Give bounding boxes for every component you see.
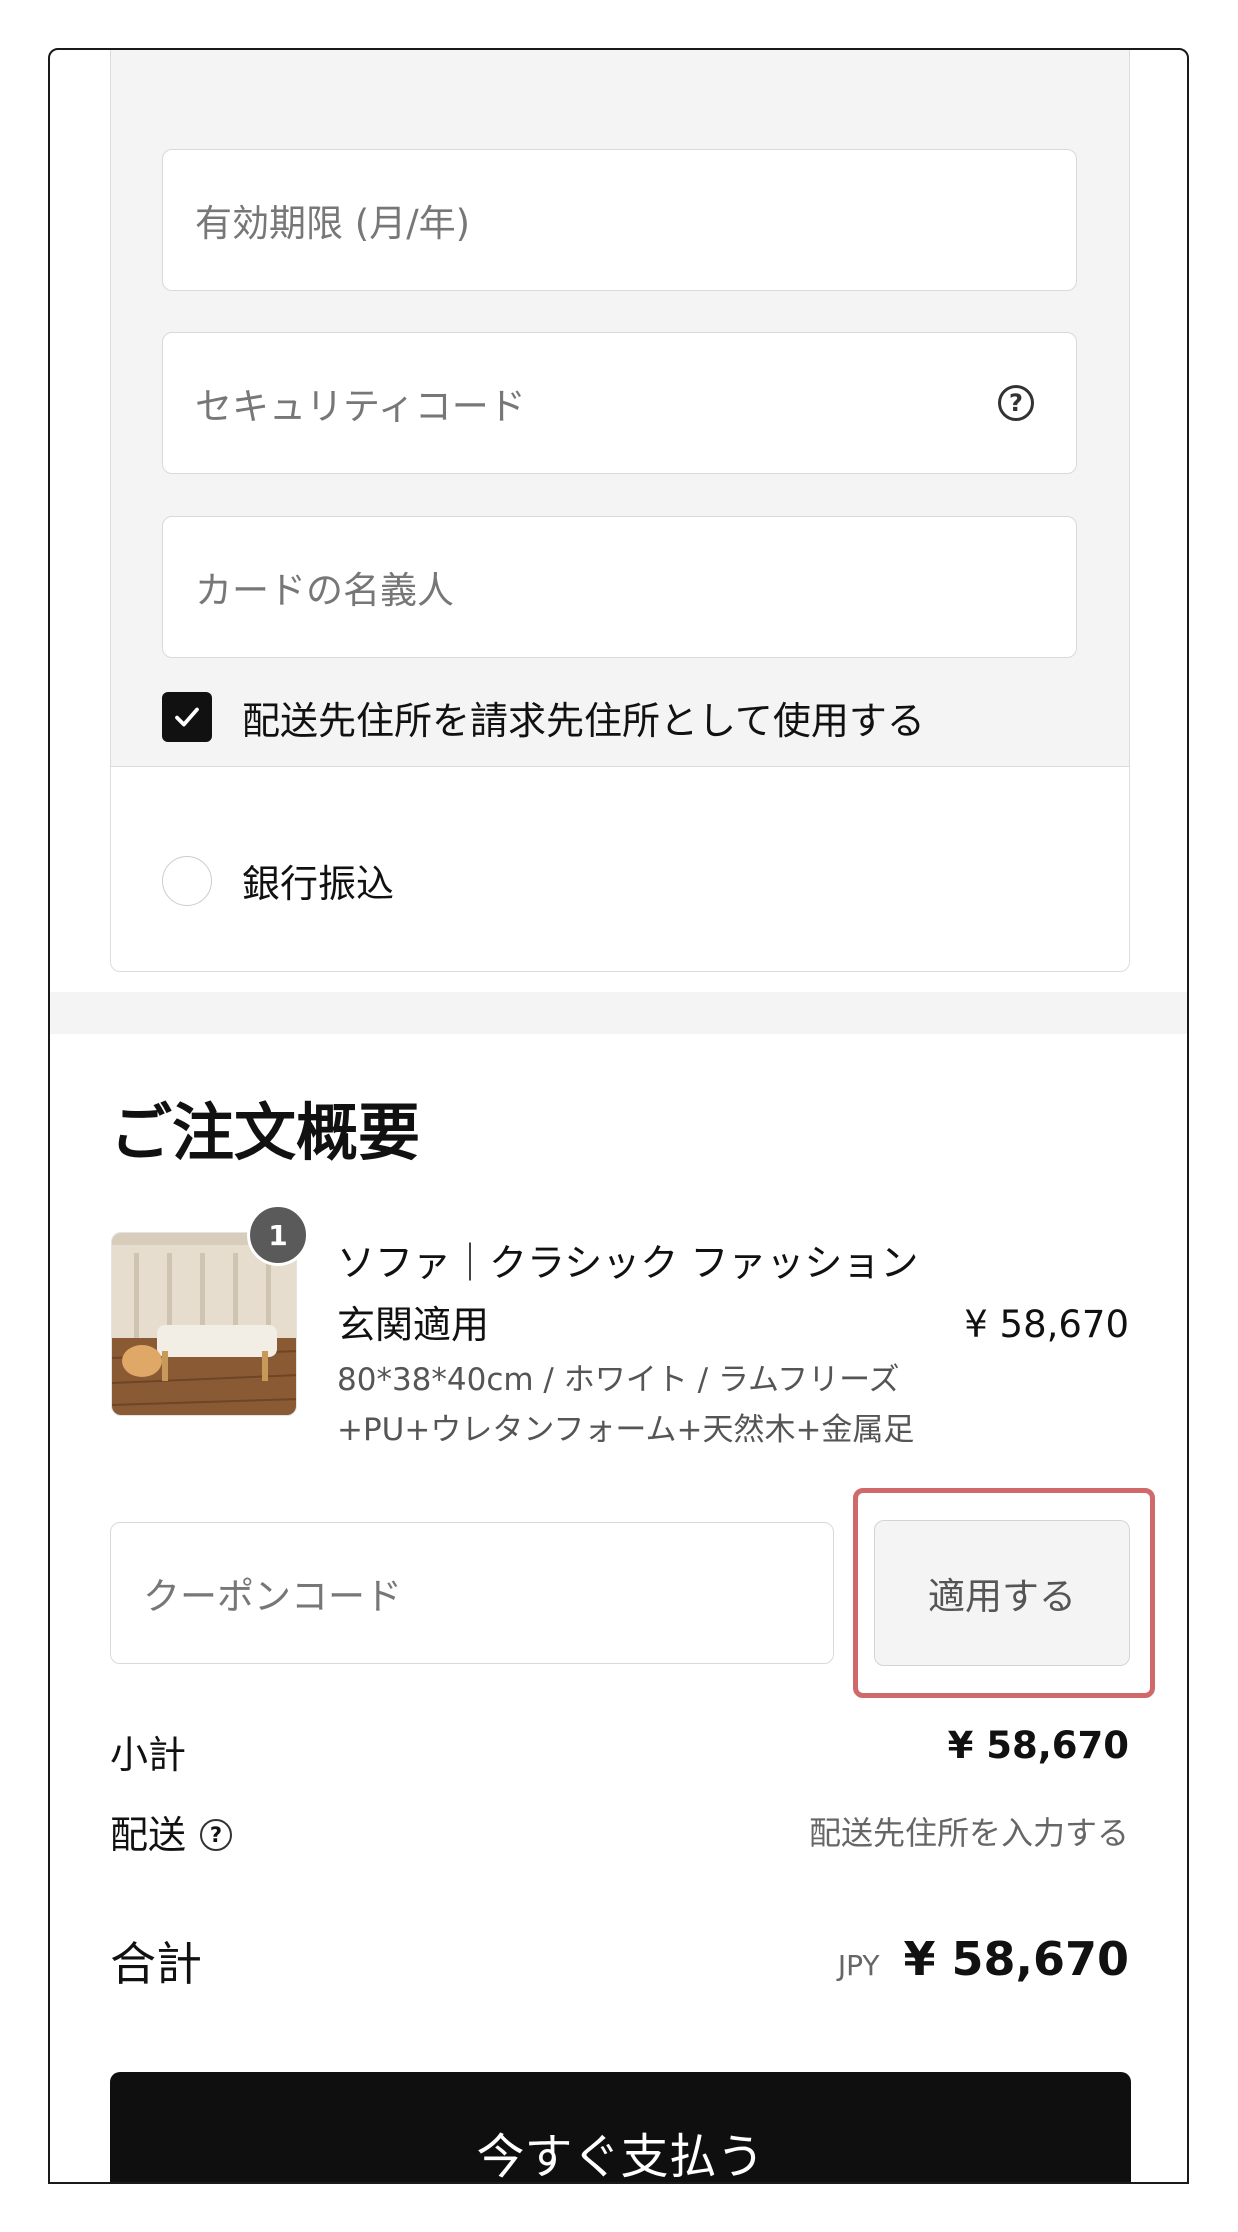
billing-same-checkbox[interactable] — [162, 692, 212, 742]
total-currency: JPY — [837, 1949, 880, 1982]
apply-coupon-button[interactable]: 適用する — [874, 1520, 1130, 1666]
question-circle-icon[interactable]: ? — [200, 1818, 233, 1851]
order-summary-title: ご注文概要 — [110, 1096, 421, 1169]
section-divider — [50, 992, 1187, 1034]
bank-transfer-radio[interactable] — [162, 855, 212, 906]
bank-transfer-label: 銀行振込 — [242, 862, 395, 906]
checkout-frame: 有効期限 (月/年) セキュリティコード ? カードの名義人 配送先住所を請求先… — [48, 48, 1189, 2184]
product-name: ソファ｜クラシック ファッション 玄関適用 — [337, 1241, 919, 1347]
shipping-value: 配送先住所を入力する — [808, 1814, 1129, 1852]
subtotal-label: 小計 — [110, 1733, 187, 1777]
shipping-label: 配送 — [110, 1813, 187, 1857]
shipping-row: 配送? — [110, 1804, 233, 1859]
billing-same-row[interactable]: 配送先住所を請求先住所として使用する — [162, 691, 925, 743]
cardholder-placeholder: カードの名義人 — [195, 569, 454, 612]
subtotal-value: ¥ 58,670 — [947, 1724, 1129, 1767]
expiry-placeholder: 有効期限 (月/年) — [195, 202, 471, 245]
expiry-field[interactable]: 有効期限 (月/年) — [162, 149, 1077, 291]
coupon-placeholder: クーポンコード — [143, 1575, 402, 1618]
security-code-field[interactable]: セキュリティコード ? — [162, 332, 1077, 474]
checkmark-icon — [175, 707, 199, 727]
pay-now-button[interactable]: 今すぐ支払う — [110, 2072, 1131, 2182]
coupon-code-field[interactable]: クーポンコード — [110, 1522, 834, 1664]
security-code-placeholder: セキュリティコード — [195, 385, 526, 428]
billing-same-label: 配送先住所を請求先住所として使用する — [242, 698, 925, 743]
total-label: 合計 — [110, 1937, 202, 1991]
payment-method-panel: 有効期限 (月/年) セキュリティコード ? カードの名義人 配送先住所を請求先… — [110, 50, 1130, 972]
cardholder-name-field[interactable]: カードの名義人 — [162, 516, 1077, 658]
credit-card-form: 有効期限 (月/年) セキュリティコード ? カードの名義人 配送先住所を請求先… — [111, 50, 1129, 767]
bank-transfer-option[interactable]: 銀行振込 — [162, 853, 394, 908]
product-price: ¥ 58,670 — [964, 1303, 1129, 1346]
question-circle-icon[interactable]: ? — [998, 385, 1034, 421]
quantity-badge: 1 — [247, 1204, 309, 1266]
total-value: ¥ 58,670 — [903, 1932, 1129, 1986]
product-variant: 80*38*40cm / ホワイト / ラムフリーズ +PU+ウレタンフォーム+… — [337, 1362, 915, 1448]
total-amount: JPY ¥ 58,670 — [838, 1932, 1129, 1986]
